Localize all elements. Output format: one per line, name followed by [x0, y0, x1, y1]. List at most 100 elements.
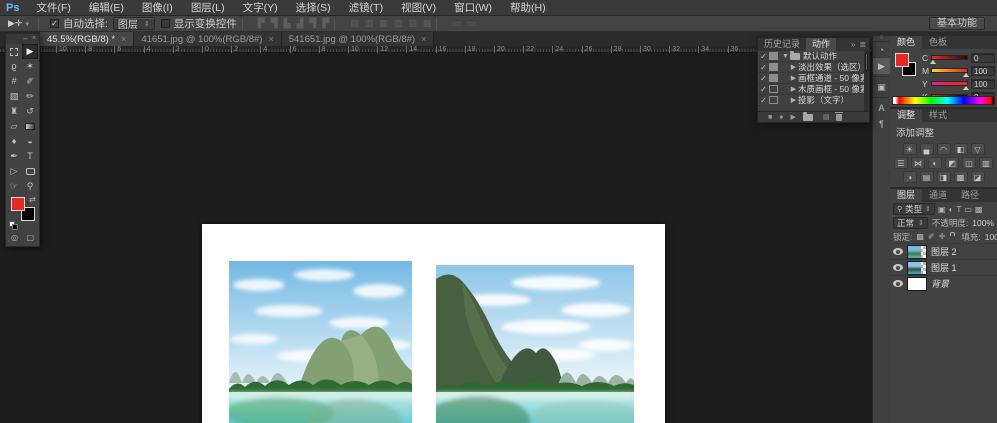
close-icon[interactable]: ×: [32, 34, 36, 44]
healing-brush-tool[interactable]: ▧: [6, 89, 22, 104]
layer-row-1[interactable]: 图层 1: [890, 259, 997, 275]
menu-help[interactable]: 帮助(H): [501, 0, 555, 16]
default-colors-icon[interactable]: [9, 221, 18, 230]
lock-image-pixels-icon[interactable]: ✐: [928, 232, 935, 241]
collapse-panel-icon[interactable]: ↔: [22, 34, 29, 44]
menu-type[interactable]: 文字(Y): [234, 0, 287, 16]
black-white-icon[interactable]: ◐: [928, 157, 942, 169]
tab-adjustments[interactable]: 调整: [890, 109, 922, 122]
auto-select-checkbox[interactable]: ✓: [50, 19, 59, 28]
chevron-right-icon[interactable]: ▶: [789, 96, 798, 104]
tab-swatches[interactable]: 色板: [922, 36, 954, 49]
threshold-icon[interactable]: ◨: [937, 171, 951, 183]
tab-styles[interactable]: 样式: [922, 109, 954, 122]
check-icon[interactable]: ✓: [758, 96, 769, 105]
new-action-icon[interactable]: ▤: [823, 112, 830, 123]
chevron-right-icon[interactable]: ▶: [789, 63, 798, 71]
eyedropper-tool[interactable]: ✐: [22, 74, 38, 89]
clone-stamp-tool[interactable]: ♜: [6, 104, 22, 119]
invert-icon[interactable]: ◑: [903, 171, 917, 183]
filter-type-layers-icon[interactable]: T: [956, 205, 961, 214]
magenta-value[interactable]: 100: [971, 66, 995, 76]
chevron-down-icon[interactable]: ▼: [781, 53, 790, 60]
shape-tool[interactable]: [22, 164, 38, 179]
vibrance-icon[interactable]: ▽: [971, 143, 985, 155]
eraser-tool[interactable]: ▱: [6, 119, 22, 134]
close-icon[interactable]: ×: [421, 34, 426, 44]
move-tool[interactable]: ▶: [22, 44, 38, 59]
layer-name[interactable]: 图层 2: [931, 245, 957, 258]
layer-name[interactable]: 背景: [931, 277, 949, 290]
magenta-slider[interactable]: [931, 68, 968, 73]
yellow-value[interactable]: 100: [971, 79, 995, 89]
curves-icon[interactable]: ◠: [937, 143, 951, 155]
selective-color-icon[interactable]: ◪: [971, 171, 985, 183]
visibility-eye-icon[interactable]: [893, 280, 903, 287]
filter-shape-layers-icon[interactable]: ▭: [964, 205, 972, 214]
brightness-contrast-icon[interactable]: ☀: [903, 143, 917, 155]
document-tab-1[interactable]: 45.5%(RGB/8) * ×: [40, 32, 134, 46]
dialog-toggle-icon[interactable]: [769, 85, 778, 93]
photo-layer-2[interactable]: [436, 265, 634, 423]
magic-wand-tool[interactable]: ✶: [22, 59, 38, 74]
tab-layers[interactable]: 图层: [890, 189, 922, 202]
history-panel-icon-button[interactable]: ◔: [873, 42, 890, 58]
document-tab-2[interactable]: 41651.jpg @ 100%(RGB/8#) ×: [134, 32, 281, 46]
tab-paths[interactable]: 路径: [954, 189, 986, 202]
layer-thumbnail[interactable]: [907, 277, 927, 291]
check-icon[interactable]: ✓: [758, 74, 769, 83]
dialog-toggle-icon[interactable]: [769, 63, 778, 71]
tab-history[interactable]: 历史记录: [758, 38, 806, 51]
lasso-tool[interactable]: ϱ: [6, 59, 22, 74]
dodge-tool[interactable]: ◒: [22, 134, 38, 149]
zoom-tool[interactable]: ⚲: [22, 179, 38, 194]
menu-layer[interactable]: 图层(L): [182, 0, 234, 16]
opacity-value[interactable]: 100%: [972, 218, 994, 228]
panel-menu-icon[interactable]: ≣: [859, 38, 866, 51]
canvas-area[interactable]: [0, 54, 872, 423]
paragraph-panel-icon-button[interactable]: ¶: [873, 116, 890, 132]
actions-panel-icon-button[interactable]: ▶: [873, 58, 890, 74]
menu-window[interactable]: 窗口(W): [445, 0, 501, 16]
foreground-color-swatch[interactable]: [11, 197, 25, 211]
close-icon[interactable]: ×: [121, 34, 126, 44]
channel-mixer-icon[interactable]: ◫: [962, 157, 976, 169]
character-panel-icon-button[interactable]: A: [873, 100, 890, 116]
foreground-color-swatch[interactable]: [895, 53, 909, 67]
document-canvas[interactable]: [202, 224, 665, 423]
dialog-toggle-icon[interactable]: [769, 74, 778, 82]
filter-smart-object-icon[interactable]: ▩: [975, 205, 983, 214]
layer-row-2[interactable]: 图层 2: [890, 243, 997, 259]
menu-file[interactable]: 文件(F): [27, 0, 79, 16]
quick-mask-button[interactable]: ◎: [11, 233, 18, 242]
auto-select-dropdown[interactable]: 图层 ⇕: [113, 17, 155, 30]
pen-tool[interactable]: ✒: [6, 149, 22, 164]
workspace-switcher-button[interactable]: 基本功能: [929, 17, 985, 30]
menu-edit[interactable]: 编辑(E): [80, 0, 133, 16]
swap-colors-icon[interactable]: ⇄: [29, 195, 36, 204]
tab-color[interactable]: 颜色: [890, 36, 922, 49]
color-lookup-icon[interactable]: ▥: [979, 157, 993, 169]
dialog-toggle-icon[interactable]: [769, 52, 778, 60]
lock-position-icon[interactable]: ✛: [939, 232, 946, 241]
tab-actions[interactable]: 动作: [806, 38, 836, 51]
tool-preset-caret-icon[interactable]: ▾: [24, 20, 33, 28]
color-spectrum-bar[interactable]: [892, 96, 995, 105]
screen-mode-button[interactable]: ▢: [26, 233, 34, 242]
new-set-folder-icon[interactable]: [803, 114, 813, 121]
scrollbar[interactable]: [864, 51, 869, 111]
yellow-slider[interactable]: [931, 81, 968, 86]
color-balance-icon[interactable]: ⋈: [911, 157, 925, 169]
hand-tool[interactable]: ☞: [6, 179, 22, 194]
visibility-eye-icon[interactable]: [893, 248, 903, 255]
cyan-value[interactable]: 0: [971, 53, 995, 63]
layer-thumbnail[interactable]: [907, 245, 927, 259]
dialog-toggle-icon[interactable]: [769, 96, 778, 104]
lock-transparent-pixels-icon[interactable]: ▩: [916, 232, 924, 241]
levels-icon[interactable]: ▄: [920, 143, 934, 155]
play-icon[interactable]: ▶: [790, 112, 795, 123]
check-icon[interactable]: ✓: [758, 85, 769, 94]
background-layer-row[interactable]: 背景: [890, 275, 997, 291]
clone-source-panel-icon-button[interactable]: ▣: [873, 79, 890, 95]
history-brush-tool[interactable]: ↺: [22, 104, 38, 119]
